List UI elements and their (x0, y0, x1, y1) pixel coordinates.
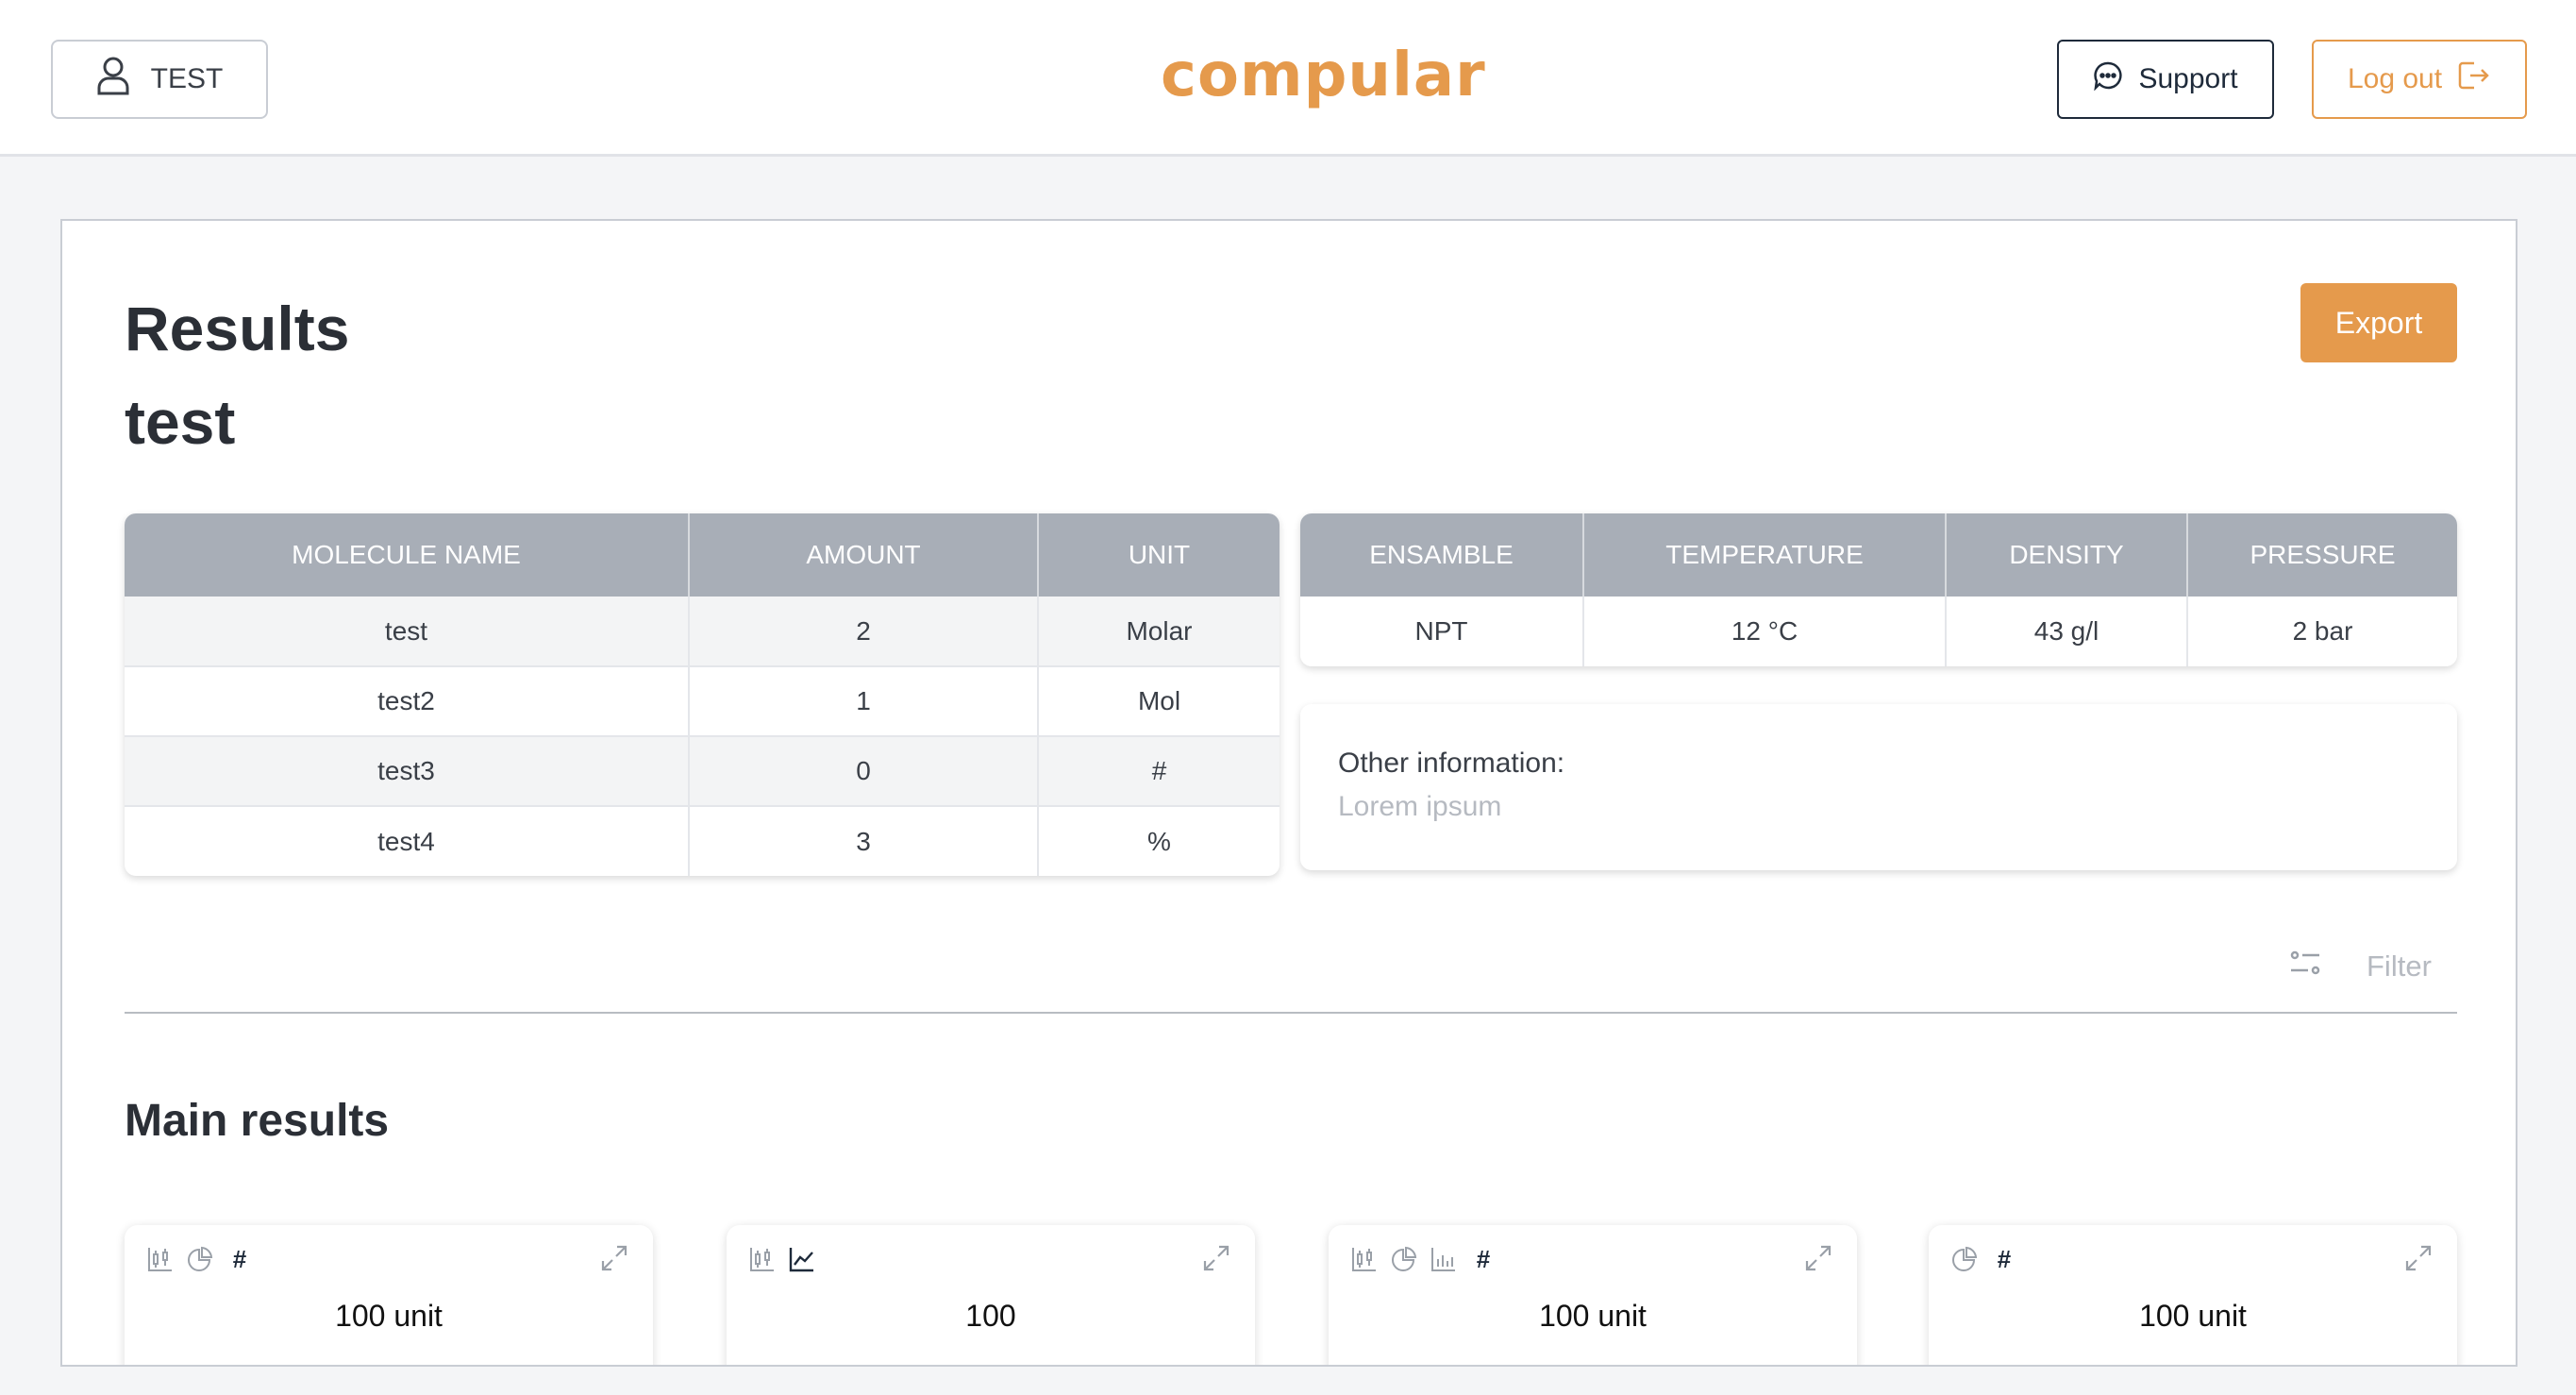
table-cell: # (1038, 736, 1280, 807)
other-information-value: Lorem ipsum (1338, 791, 1502, 822)
card-chart-type-icons: # (1351, 1245, 1497, 1273)
table-cell: 3 (689, 806, 1039, 876)
card-chart-type-icons: # (147, 1245, 253, 1273)
support-label: Support (2138, 63, 2238, 94)
other-information-card: Other information: Lorem ipsum (1300, 704, 2457, 870)
result-card[interactable]: # 100 unit (125, 1225, 653, 1365)
table-row: test4 3 % (125, 806, 1280, 876)
table-row: test3 0 # (125, 736, 1280, 807)
card-value: 100 unit (2139, 1299, 2247, 1333)
molecule-table: MOLECULE NAME AMOUNT UNIT test 2 Molar t… (125, 513, 1280, 876)
column-header[interactable]: DENSITY (1946, 513, 2188, 597)
table-cell: 1 (689, 666, 1039, 737)
result-card[interactable]: # 100 unit (1929, 1225, 2457, 1365)
card-value: 100 unit (1539, 1299, 1647, 1333)
expand-icon[interactable] (2404, 1244, 2433, 1272)
chat-bubble-icon (2093, 60, 2123, 98)
table-cell: Mol (1038, 666, 1280, 737)
table-row: test2 1 Mol (125, 666, 1280, 737)
filter-label: Filter (2367, 950, 2432, 983)
result-card[interactable]: # 100 unit (1329, 1225, 1857, 1365)
user-name: TEST (150, 63, 224, 94)
filter-button[interactable]: Filter (2289, 938, 2432, 995)
table-row: test 2 Molar (125, 597, 1280, 667)
hash-icon[interactable]: # (1470, 1245, 1497, 1273)
pie-chart-icon[interactable] (1391, 1246, 1417, 1272)
hash-icon[interactable]: # (226, 1245, 253, 1273)
table-cell: test (125, 597, 690, 667)
density-value: 43 g/l (1946, 597, 2188, 666)
card-chart-type-icons (749, 1246, 815, 1272)
expand-icon[interactable] (600, 1244, 628, 1272)
column-header[interactable]: PRESSURE (2187, 513, 2457, 597)
temperature-value: 12 °C (1583, 597, 1947, 666)
table-row: NPT 12 °C 43 g/l 2 bar (1300, 597, 2457, 666)
table-cell: 2 (689, 597, 1039, 667)
filter-sliders-icon (2289, 949, 2321, 984)
table-cell: Molar (1038, 597, 1280, 667)
line-chart-icon[interactable] (789, 1246, 815, 1272)
section-divider (125, 1012, 2457, 1014)
top-bar: TEST compular Support Log out (0, 0, 2576, 157)
expand-icon[interactable] (1804, 1244, 1832, 1272)
table-cell: test3 (125, 736, 690, 807)
column-header[interactable]: TEMPERATURE (1583, 513, 1947, 597)
support-button[interactable]: Support (2057, 40, 2274, 119)
ensemble-value: NPT (1300, 597, 1584, 666)
expand-icon[interactable] (1202, 1244, 1230, 1272)
logout-button[interactable]: Log out (2312, 40, 2527, 119)
table-cell: % (1147, 826, 1171, 856)
card-value: 100 unit (335, 1299, 443, 1333)
bar-chart-icon[interactable] (1430, 1246, 1457, 1272)
table-cell: test2 (125, 666, 690, 737)
pressure-value: 2 bar (2187, 597, 2457, 666)
main-results-title: Main results (125, 1096, 390, 1146)
column-header[interactable]: UNIT (1038, 513, 1280, 597)
table-cell: test4 (125, 806, 690, 876)
other-information-label: Other information: (1338, 748, 1565, 779)
column-header[interactable]: ENSAMBLE (1300, 513, 1584, 597)
compular-logo: compular (1161, 41, 1486, 110)
candlestick-chart-icon[interactable] (147, 1246, 174, 1272)
column-header[interactable]: AMOUNT (689, 513, 1039, 597)
page-subtitle: test (125, 387, 236, 457)
page-title: Results (125, 294, 350, 363)
table-cell: 0 (689, 736, 1039, 807)
column-header[interactable]: MOLECULE NAME (125, 513, 690, 597)
card-chart-type-icons: # (1951, 1245, 2017, 1273)
candlestick-chart-icon[interactable] (749, 1246, 776, 1272)
pie-chart-icon[interactable] (187, 1246, 213, 1272)
user-menu-button[interactable]: TEST (51, 40, 268, 119)
user-icon (96, 56, 130, 103)
pie-chart-icon[interactable] (1951, 1246, 1978, 1272)
logout-label: Log out (2347, 63, 2443, 94)
export-button[interactable]: Export (2300, 283, 2457, 362)
hash-icon[interactable]: # (1991, 1245, 2017, 1273)
result-card[interactable]: 100 (727, 1225, 1255, 1365)
card-value: 100 (965, 1299, 1016, 1333)
conditions-table: ENSAMBLE TEMPERATURE DENSITY PRESSURE NP… (1300, 513, 2457, 666)
logout-arrow-icon (2457, 60, 2491, 98)
candlestick-chart-icon[interactable] (1351, 1246, 1378, 1272)
results-panel: Results test Export MOLECULE NAME AMOUNT… (60, 219, 2517, 1367)
